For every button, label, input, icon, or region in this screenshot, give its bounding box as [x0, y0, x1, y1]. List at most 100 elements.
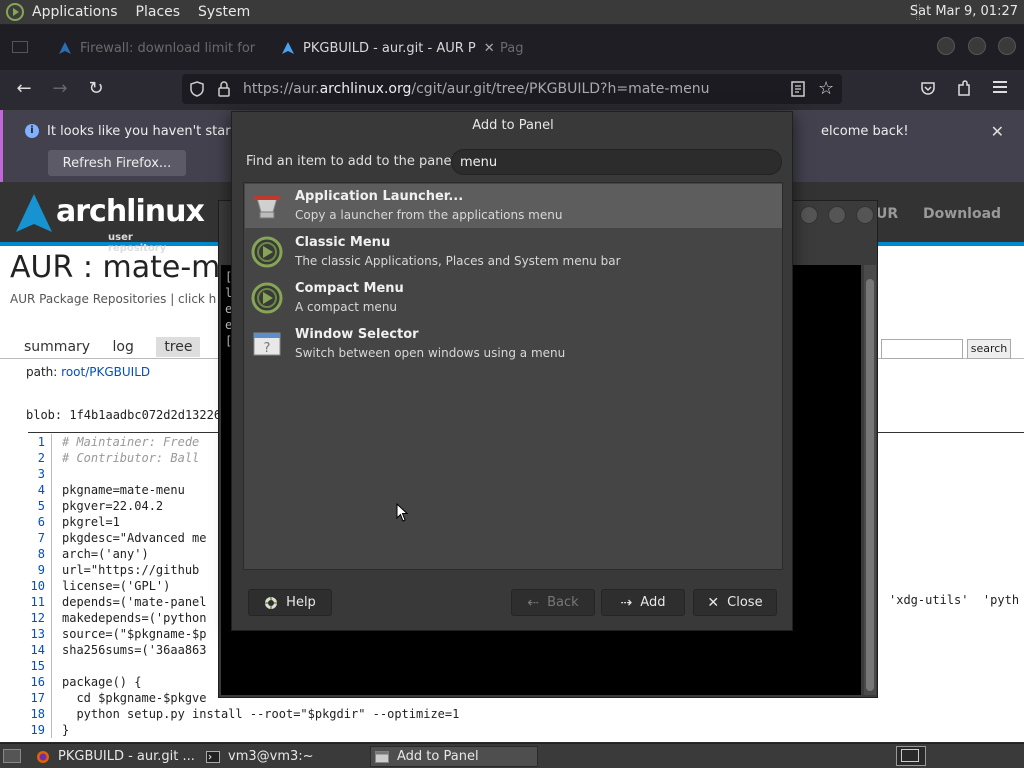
line-number[interactable]: 7: [28, 530, 52, 546]
line-text: # Maintainer: Frede: [62, 435, 200, 449]
line-text: license=('GPL'): [62, 579, 171, 593]
taskbar-item-terminal[interactable]: vm3@vm3:~: [206, 746, 366, 767]
line-number[interactable]: 14: [28, 642, 52, 658]
line-number[interactable]: 12: [28, 610, 52, 626]
url-bar[interactable]: https://aur.archlinux.org/cgit/aur.git/t…: [182, 74, 842, 104]
places-menu[interactable]: Places: [136, 4, 181, 20]
find-item-input[interactable]: [451, 149, 782, 175]
taskbar-item-firefox[interactable]: PKGBUILD - aur.git ...: [36, 746, 198, 767]
line-number[interactable]: 3: [28, 466, 52, 482]
line-number[interactable]: 11: [28, 594, 52, 610]
hamburger-menu-icon[interactable]: [993, 81, 1007, 83]
add-button[interactable]: ⇢ Add: [601, 589, 685, 616]
code-line: 19}: [28, 722, 459, 738]
lock-icon[interactable]: [218, 81, 230, 97]
arch-favicon-icon: [282, 42, 294, 54]
close-button[interactable]: ✕ Close: [693, 589, 777, 616]
line-number[interactable]: 10: [28, 578, 52, 594]
line-number[interactable]: 9: [28, 562, 52, 578]
terminal-maximize-button[interactable]: [828, 206, 846, 224]
line-number[interactable]: 19: [28, 722, 52, 738]
line-number[interactable]: 16: [28, 674, 52, 690]
add-to-panel-dialog: Add to Panel Find an item to add to the …: [231, 111, 793, 631]
close-tab-icon[interactable]: ✕: [484, 41, 495, 56]
list-item-application-launcher[interactable]: Application Launcher... Copy a launcher …: [245, 184, 782, 228]
line-number[interactable]: 13: [28, 626, 52, 642]
refresh-firefox-button[interactable]: Refresh Firefox...: [48, 150, 186, 176]
line-number[interactable]: 6: [28, 514, 52, 530]
help-button[interactable]: Help: [248, 589, 332, 616]
clock[interactable]: Sat Mar 9, 01:27: [910, 4, 1018, 19]
line-number[interactable]: 5: [28, 498, 52, 514]
list-item-compact-menu[interactable]: Compact Menu A compact menu: [245, 276, 782, 320]
nav-aur-link[interactable]: UR: [876, 206, 898, 222]
mouse-cursor-icon: [396, 503, 408, 522]
url-text[interactable]: https://aur.archlinux.org/cgit/aur.git/t…: [243, 81, 709, 97]
list-item-classic-menu[interactable]: Classic Menu The classic Applications, P…: [245, 230, 782, 274]
close-notification-icon[interactable]: ✕: [991, 122, 1004, 141]
extensions-icon[interactable]: [956, 80, 972, 98]
line-text: makedepends=('python: [62, 611, 207, 625]
line-text: # Contributor: Ball: [62, 451, 200, 465]
workspace-switcher[interactable]: [896, 746, 926, 766]
tab-list-icon[interactable]: [12, 41, 28, 53]
line-number[interactable]: 2: [28, 450, 52, 466]
system-menu[interactable]: System: [198, 4, 250, 20]
info-icon: i: [25, 124, 39, 138]
back-button[interactable]: ⇠ Back: [511, 589, 595, 616]
item-list[interactable]: Application Launcher... Copy a launcher …: [243, 182, 783, 570]
terminal-close-button[interactable]: [856, 206, 874, 224]
notification-message-tail: elcome back!: [821, 124, 909, 139]
tab-firewall[interactable]: Firewall: download limit for: [58, 33, 255, 63]
nav-download-link[interactable]: Download: [923, 206, 1001, 222]
back-arrow-icon: ⇠: [527, 594, 540, 611]
show-desktop-icon[interactable]: [3, 749, 21, 763]
tab-summary[interactable]: summary: [24, 339, 90, 355]
line-number[interactable]: 4: [28, 482, 52, 498]
tab-log[interactable]: log: [113, 339, 134, 355]
taskbar-item-add-to-panel[interactable]: Add to Panel: [370, 746, 538, 767]
line-text: sha256sums=('36aa863: [62, 643, 207, 657]
item-title: Classic Menu: [295, 235, 391, 250]
line-number[interactable]: 17: [28, 690, 52, 706]
forward-arrow-icon[interactable]: →: [50, 79, 70, 99]
reload-icon[interactable]: ↻: [86, 79, 106, 99]
line-text: pkgdesc="Advanced me: [62, 531, 207, 545]
notification-message: It looks like you haven't started: [47, 124, 252, 139]
repo-search-input[interactable]: [881, 339, 963, 359]
mate-logo-icon[interactable]: [6, 3, 24, 21]
shield-icon[interactable]: [190, 81, 204, 97]
line-text: }: [62, 723, 70, 737]
line-number[interactable]: 18: [28, 706, 52, 722]
mate-menu-icon: [251, 236, 283, 268]
maximize-button[interactable]: [968, 37, 986, 55]
path-link[interactable]: root/PKGBUILD: [61, 365, 150, 379]
terminal-scroll-thumb[interactable]: [866, 279, 874, 691]
terminal-minimize-button[interactable]: [800, 206, 818, 224]
line-number[interactable]: 15: [28, 658, 52, 674]
list-item-window-selector[interactable]: ? Window Selector Switch between open wi…: [245, 322, 782, 366]
tab-page[interactable]: Pag: [500, 33, 523, 63]
back-arrow-icon[interactable]: ←: [14, 79, 34, 99]
browser-tab-bar: Firewall: download limit for PKGBUILD - …: [0, 25, 1024, 70]
minimize-button[interactable]: [937, 37, 955, 55]
line-text: python setup.py install --root="$pkgdir"…: [62, 707, 460, 721]
find-label: Find an item to add to the panel:: [246, 154, 460, 169]
aur-nav: UR Download: [876, 206, 1021, 222]
arch-logo-icon: [16, 194, 52, 232]
terminal-icon: [206, 750, 220, 763]
pocket-icon[interactable]: [920, 80, 936, 96]
reader-view-icon[interactable]: [791, 81, 805, 97]
code-line: 18 python setup.py install --root="$pkgd…: [28, 706, 459, 722]
logo-text: archlinux: [56, 194, 205, 229]
tab-tree[interactable]: tree: [156, 337, 201, 357]
tab-label: PKGBUILD - aur.git - AUR P: [303, 40, 476, 56]
bookmark-star-icon[interactable]: ☆: [818, 78, 834, 99]
line-number[interactable]: 1: [28, 434, 52, 450]
item-title: Compact Menu: [295, 281, 404, 296]
close-window-button[interactable]: [998, 37, 1016, 55]
line-number[interactable]: 8: [28, 546, 52, 562]
repo-search-button[interactable]: search: [967, 339, 1011, 359]
applications-menu[interactable]: Applications: [32, 4, 118, 20]
tab-pkgbuild[interactable]: PKGBUILD - aur.git - AUR P ✕: [281, 33, 495, 63]
